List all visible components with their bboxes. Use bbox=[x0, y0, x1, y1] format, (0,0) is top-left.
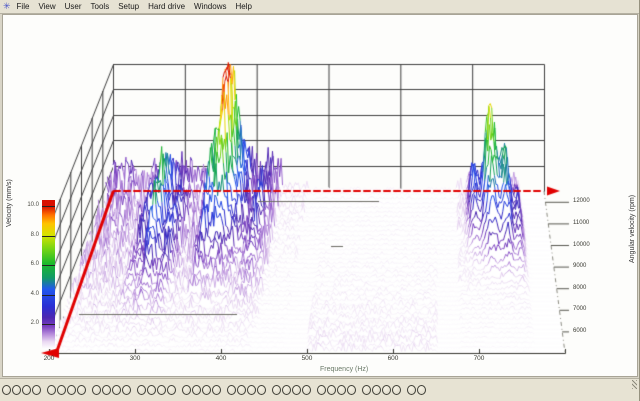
toolbar-button[interactable] bbox=[167, 385, 176, 395]
toolbar-button[interactable] bbox=[382, 385, 391, 395]
z-axis-tick-label: 11000 bbox=[573, 220, 589, 226]
z-axis-tick-label: 7000 bbox=[573, 306, 586, 312]
z-axis-tick-label: 6000 bbox=[573, 328, 586, 334]
waterfall-plot-canvas[interactable] bbox=[3, 15, 639, 378]
z-axis-tick-label: 12000 bbox=[573, 198, 590, 204]
toolbar-button[interactable] bbox=[317, 385, 326, 395]
menu-item-setup[interactable]: Setup bbox=[118, 2, 139, 11]
toolbar-button[interactable] bbox=[392, 385, 401, 395]
x-axis-title: Frequency (Hz) bbox=[320, 366, 368, 373]
colorbar-tick bbox=[42, 236, 55, 237]
z-axis-tick-label: 10000 bbox=[573, 242, 590, 248]
toolbar-button[interactable] bbox=[137, 385, 146, 395]
menu-item-user[interactable]: User bbox=[65, 2, 82, 11]
menu-bar: ✳ File View User Tools Setup Hard drive Window… bbox=[0, 0, 639, 14]
toolbar-button-group bbox=[182, 385, 222, 395]
toolbar-button-group bbox=[137, 385, 177, 395]
toolbar-button[interactable] bbox=[57, 385, 66, 395]
toolbar-button-group bbox=[317, 385, 357, 395]
toolbar-button[interactable] bbox=[22, 385, 31, 395]
toolbar-button[interactable] bbox=[182, 385, 191, 395]
colorbar-tick bbox=[42, 206, 55, 207]
toolbar-button[interactable] bbox=[407, 385, 416, 395]
toolbar-button-group bbox=[227, 385, 267, 395]
menu-item-tools[interactable]: Tools bbox=[91, 2, 110, 11]
toolbar-button[interactable] bbox=[302, 385, 311, 395]
toolbar-button[interactable] bbox=[212, 385, 221, 395]
z-axis-tick-label: 9000 bbox=[573, 263, 586, 269]
x-axis-tick-label: 400 bbox=[216, 355, 227, 362]
toolbar-button[interactable] bbox=[237, 385, 246, 395]
colorbar-tick-label: 4.0 bbox=[19, 291, 39, 297]
toolbar-button[interactable] bbox=[157, 385, 166, 395]
colorbar-tick-label: 10.0 bbox=[19, 202, 39, 208]
toolbar-button[interactable] bbox=[77, 385, 86, 395]
colorbar-tick-label: 2.0 bbox=[19, 320, 39, 326]
toolbar-button[interactable] bbox=[257, 385, 266, 395]
toolbar-button[interactable] bbox=[112, 385, 121, 395]
toolbar-button[interactable] bbox=[192, 385, 201, 395]
app-flower-icon: ✳ bbox=[3, 2, 11, 11]
menu-item-hard-drive[interactable]: Hard drive bbox=[148, 2, 185, 11]
colorbar-tick bbox=[42, 265, 55, 266]
toolbar-button[interactable] bbox=[247, 385, 256, 395]
toolbar-button[interactable] bbox=[67, 385, 76, 395]
toolbar-button[interactable] bbox=[282, 385, 291, 395]
colorbar-tick-label: 8.0 bbox=[19, 232, 39, 238]
toolbar-button[interactable] bbox=[372, 385, 381, 395]
toolbar-button[interactable] bbox=[327, 385, 336, 395]
toolbar-button-group bbox=[47, 385, 87, 395]
toolbar-button-group bbox=[2, 385, 42, 395]
menu-items: File View User Tools Setup Hard drive Windows H… bbox=[17, 2, 252, 11]
toolbar-button-group bbox=[272, 385, 312, 395]
toolbar-button[interactable] bbox=[202, 385, 211, 395]
colorbar-legend bbox=[42, 200, 55, 349]
z-axis-tick-label: 8000 bbox=[573, 285, 586, 291]
toolbar-button-group bbox=[362, 385, 402, 395]
toolbar-button-group bbox=[92, 385, 132, 395]
x-axis-tick-label: 600 bbox=[388, 355, 399, 362]
y-axis-title: Velocity (mm/s) bbox=[6, 179, 13, 227]
toolbar-button[interactable] bbox=[362, 385, 371, 395]
menu-item-help[interactable]: Help bbox=[235, 2, 251, 11]
toolbar-button[interactable] bbox=[337, 385, 346, 395]
menu-item-file[interactable]: File bbox=[17, 2, 30, 11]
toolbar-button[interactable] bbox=[417, 385, 426, 395]
toolbar-button[interactable] bbox=[147, 385, 156, 395]
x-axis-tick-label: 700 bbox=[474, 355, 485, 362]
toolbar-button[interactable] bbox=[227, 385, 236, 395]
toolbar-button[interactable] bbox=[32, 385, 41, 395]
toolbar-button[interactable] bbox=[102, 385, 111, 395]
toolbar-button[interactable] bbox=[122, 385, 131, 395]
menu-item-view[interactable]: View bbox=[38, 2, 55, 11]
colorbar-tick bbox=[42, 295, 55, 296]
colorbar-tick-label: 6.0 bbox=[19, 261, 39, 267]
toolbar-button[interactable] bbox=[347, 385, 356, 395]
toolbar-button-group bbox=[407, 385, 427, 395]
colorbar-tick bbox=[42, 324, 55, 325]
z-axis-title: Angular velocity (rpm) bbox=[629, 195, 636, 263]
plot-area: Velocity (mm/s) Frequency (Hz) Angular v… bbox=[2, 14, 638, 377]
toolbar-button[interactable] bbox=[12, 385, 21, 395]
x-axis-tick-label: 500 bbox=[302, 355, 313, 362]
x-axis-tick-label: 300 bbox=[130, 355, 141, 362]
menu-item-windows[interactable]: Windows bbox=[194, 2, 226, 11]
toolbar-button[interactable] bbox=[92, 385, 101, 395]
app-window: ✳ File View User Tools Setup Hard drive Window… bbox=[0, 0, 640, 401]
toolbar-button[interactable] bbox=[2, 385, 11, 395]
toolbar-button[interactable] bbox=[272, 385, 281, 395]
toolbar-button[interactable] bbox=[292, 385, 301, 395]
bottom-toolbar bbox=[0, 378, 639, 401]
window-resize-grip[interactable] bbox=[632, 380, 637, 389]
x-axis-tick-label: 200 bbox=[44, 355, 55, 362]
toolbar-button[interactable] bbox=[47, 385, 56, 395]
